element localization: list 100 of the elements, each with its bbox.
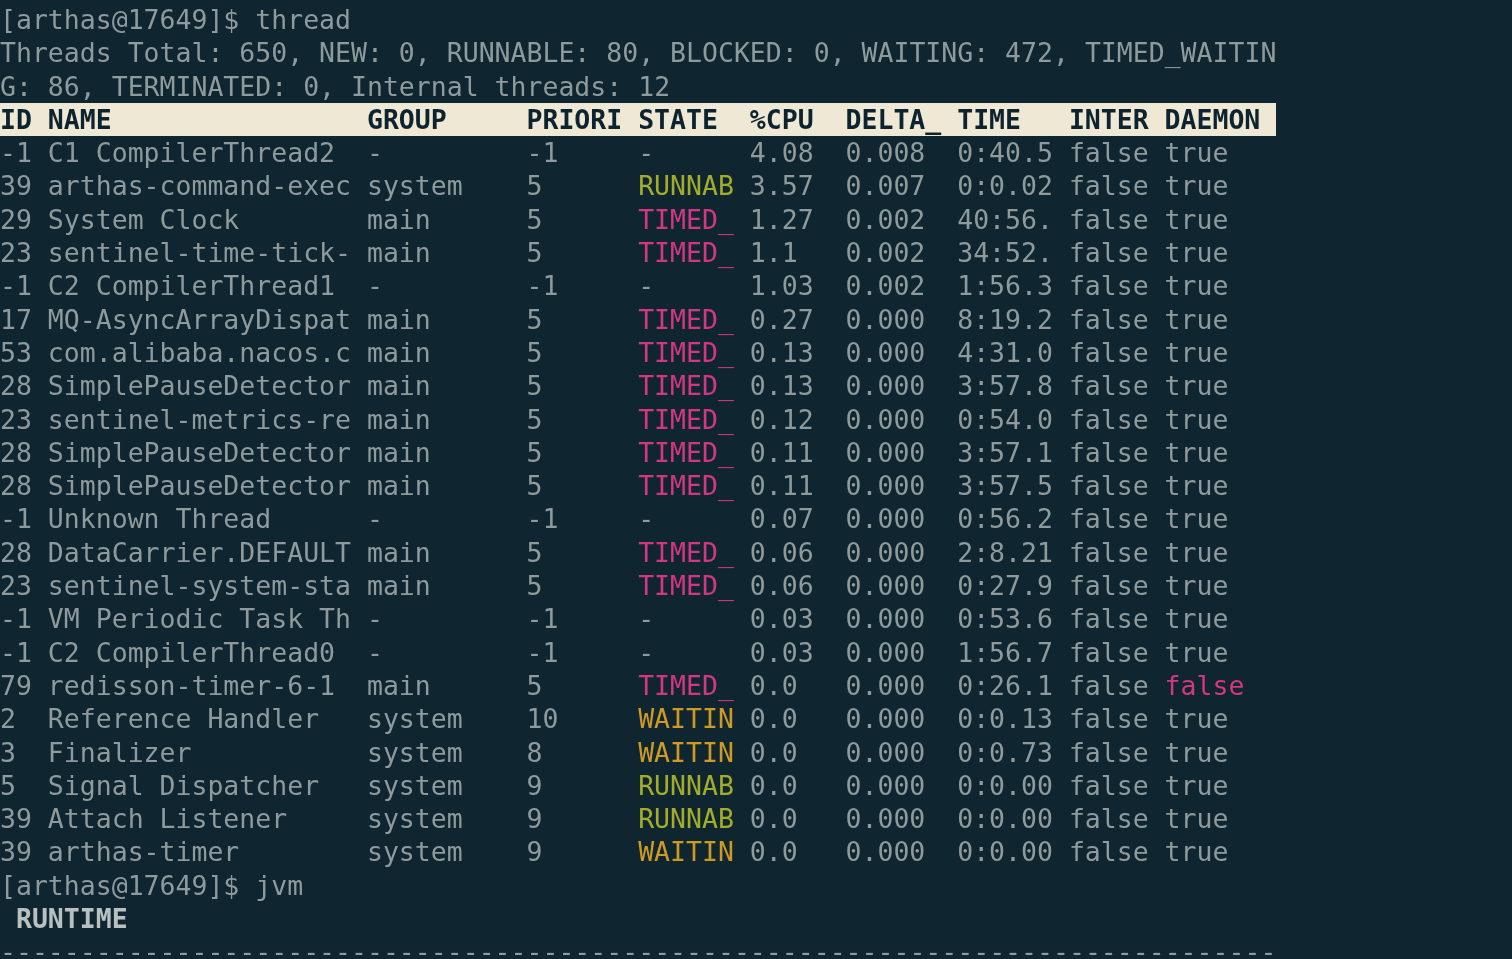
- table-cell: main: [366, 303, 431, 335]
- table-cell: 1.03: [749, 270, 814, 302]
- state-cell: RUNNAB: [638, 803, 734, 835]
- table-cell: 0.0: [749, 669, 798, 701]
- daemon-cell: true: [1164, 703, 1229, 735]
- table-cell: system: [366, 769, 463, 801]
- table-cell: -1: [526, 137, 559, 169]
- table-cell: main: [366, 203, 431, 235]
- column-header: ID: [0, 103, 32, 135]
- table-cell: false: [1068, 570, 1149, 602]
- table-cell: 0.002: [845, 203, 926, 235]
- daemon-cell: true: [1164, 370, 1229, 402]
- table-cell: false: [1068, 703, 1149, 735]
- daemon-cell: true: [1164, 403, 1229, 435]
- table-cell: 0.03: [749, 603, 814, 635]
- shell-prompt: [arthas@17649]$: [0, 3, 240, 37]
- table-cell: 10: [526, 703, 559, 735]
- table-cell: Unknown Thread: [47, 503, 272, 535]
- daemon-cell: true: [1164, 570, 1229, 602]
- state-cell: WAITIN: [638, 836, 734, 868]
- table-cell: -1: [0, 636, 32, 668]
- table-cell: false: [1068, 436, 1149, 468]
- daemon-cell: true: [1164, 803, 1229, 835]
- table-cell: 40:56.: [957, 203, 1053, 235]
- table-cell: main: [366, 536, 431, 568]
- shell-prompt: [arthas@17649]$: [0, 868, 240, 902]
- table-cell: system: [366, 803, 463, 835]
- table-cell: 0.0: [749, 769, 798, 801]
- daemon-cell: true: [1164, 137, 1229, 169]
- command-text: thread: [255, 3, 351, 37]
- table-cell: 0.06: [749, 536, 814, 568]
- table-cell: 0.03: [749, 636, 814, 668]
- table-cell: 0.000: [845, 336, 926, 368]
- table-cell: 9: [526, 769, 543, 801]
- table-cell: 1.1: [749, 237, 798, 269]
- table-cell: 39: [0, 803, 32, 835]
- table-cell: 0.000: [845, 403, 926, 435]
- table-cell: false: [1068, 170, 1149, 202]
- table-cell: 5: [526, 669, 543, 701]
- column-header: STATE: [638, 103, 718, 135]
- table-cell: arthas-timer: [47, 836, 240, 868]
- table-cell: 5: [526, 470, 543, 502]
- table-cell: 5: [526, 536, 543, 568]
- table-cell: Finalizer: [47, 736, 192, 768]
- table-cell: 5: [0, 769, 16, 801]
- state-cell: -: [638, 137, 655, 169]
- daemon-cell: true: [1164, 736, 1229, 768]
- table-cell: -1: [526, 636, 559, 668]
- column-header: PRIORI: [526, 103, 623, 135]
- table-cell: false: [1068, 237, 1149, 269]
- table-cell: 79: [0, 669, 32, 701]
- table-cell: 5: [526, 403, 543, 435]
- table-cell: -: [366, 603, 383, 635]
- state-cell: RUNNAB: [638, 170, 734, 202]
- table-cell: 0.007: [845, 170, 926, 202]
- column-header: DELTA_: [845, 103, 942, 135]
- table-cell: 28: [0, 370, 32, 402]
- table-cell: main: [366, 403, 431, 435]
- daemon-cell: true: [1164, 237, 1229, 269]
- table-cell: 0:53.6: [957, 603, 1053, 635]
- state-cell: TIMED_: [638, 403, 734, 435]
- table-cell: false: [1068, 603, 1149, 635]
- daemon-cell: true: [1164, 503, 1229, 535]
- state-cell: TIMED_: [638, 570, 734, 602]
- table-cell: -1: [0, 503, 32, 535]
- table-cell: -1: [526, 603, 559, 635]
- table-cell: 5: [526, 203, 543, 235]
- state-cell: WAITIN: [638, 736, 734, 768]
- table-cell: false: [1068, 470, 1149, 502]
- table-cell: 0.06: [749, 570, 814, 602]
- section-heading: RUNTIME: [14, 902, 128, 936]
- command-text: jvm: [255, 868, 304, 902]
- daemon-cell: true: [1164, 536, 1229, 568]
- state-cell: TIMED_: [638, 536, 734, 568]
- table-cell: 0.13: [749, 370, 814, 402]
- table-cell: -1: [526, 503, 559, 535]
- table-cell: C1 CompilerThread2: [47, 137, 336, 169]
- table-cell: -1: [0, 270, 32, 302]
- table-cell: 0.002: [845, 237, 926, 269]
- column-header: TIME: [957, 103, 1022, 135]
- daemon-cell: true: [1164, 270, 1229, 302]
- table-cell: false: [1068, 769, 1149, 801]
- table-cell: false: [1068, 137, 1149, 169]
- table-cell: arthas-command-exec: [47, 170, 351, 202]
- table-cell: 0.27: [749, 303, 814, 335]
- table-cell: 0.000: [845, 503, 926, 535]
- table-cell: 5: [526, 237, 543, 269]
- table-cell: 0:0.00: [957, 769, 1053, 801]
- table-cell: -1: [0, 603, 32, 635]
- table-cell: main: [366, 237, 431, 269]
- table-cell: 0.000: [845, 603, 926, 635]
- table-cell: 0.008: [845, 137, 926, 169]
- table-cell: 0:56.2: [957, 503, 1053, 535]
- table-cell: 5: [526, 570, 543, 602]
- table-cell: 0:0.02: [957, 170, 1053, 202]
- table-cell: 0.002: [845, 270, 926, 302]
- table-cell: 28: [0, 536, 32, 568]
- table-cell: -: [366, 137, 383, 169]
- table-cell: 0.000: [845, 436, 926, 468]
- table-cell: false: [1068, 536, 1149, 568]
